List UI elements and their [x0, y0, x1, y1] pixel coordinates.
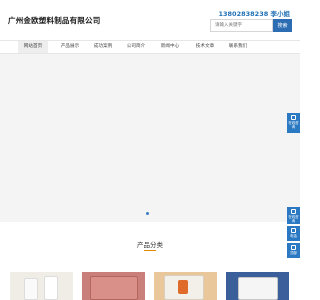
section-underline	[144, 250, 156, 251]
company-name[interactable]: 广州金欧塑料制品有限公司	[8, 15, 100, 26]
search-input[interactable]	[210, 19, 273, 32]
side-online-label: 在线咨询	[288, 215, 299, 223]
nav-item-news[interactable]: 新闻中心	[155, 41, 185, 53]
side-top-label: 顶部	[290, 251, 297, 255]
chat-icon	[291, 115, 296, 120]
nav-item-articles[interactable]: 技术文章	[190, 41, 220, 53]
product-thumbnail[interactable]	[82, 272, 145, 300]
search-button[interactable]: 搜索	[273, 19, 292, 32]
nav-item-home[interactable]: 网站首页	[18, 41, 48, 53]
nav-item-products[interactable]: 产品展示	[55, 41, 85, 53]
product-list	[10, 272, 290, 300]
nav-item-contact[interactable]: 联系我们	[223, 41, 253, 53]
side-online-button[interactable]: 在线咨询	[287, 207, 300, 224]
chat-icon	[291, 209, 296, 214]
nav-item-about[interactable]: 公司简介	[121, 41, 151, 53]
header: 广州金欧塑料制品有限公司 13802838238 李小姐 搜索	[0, 0, 300, 40]
product-thumbnail[interactable]	[226, 272, 289, 300]
section-title: 产品分类	[137, 241, 163, 249]
phone-number: 13802838238 李小姐	[218, 10, 290, 18]
product-thumbnail[interactable]	[10, 272, 73, 300]
side-chat-button[interactable]: 在线咨询	[287, 113, 300, 133]
side-chat-label: 在线咨询	[288, 121, 299, 129]
product-thumbnail[interactable]	[154, 272, 217, 300]
hero-banner	[0, 54, 300, 222]
nav-item-cases[interactable]: 成功案例	[88, 41, 118, 53]
carousel-dot[interactable]	[146, 212, 149, 215]
side-phone-label: 电话	[290, 234, 297, 238]
phone-icon	[291, 228, 296, 233]
main-nav: 网站首页 产品展示 成功案例 公司简介 新闻中心 技术文章 联系我们	[0, 40, 300, 54]
